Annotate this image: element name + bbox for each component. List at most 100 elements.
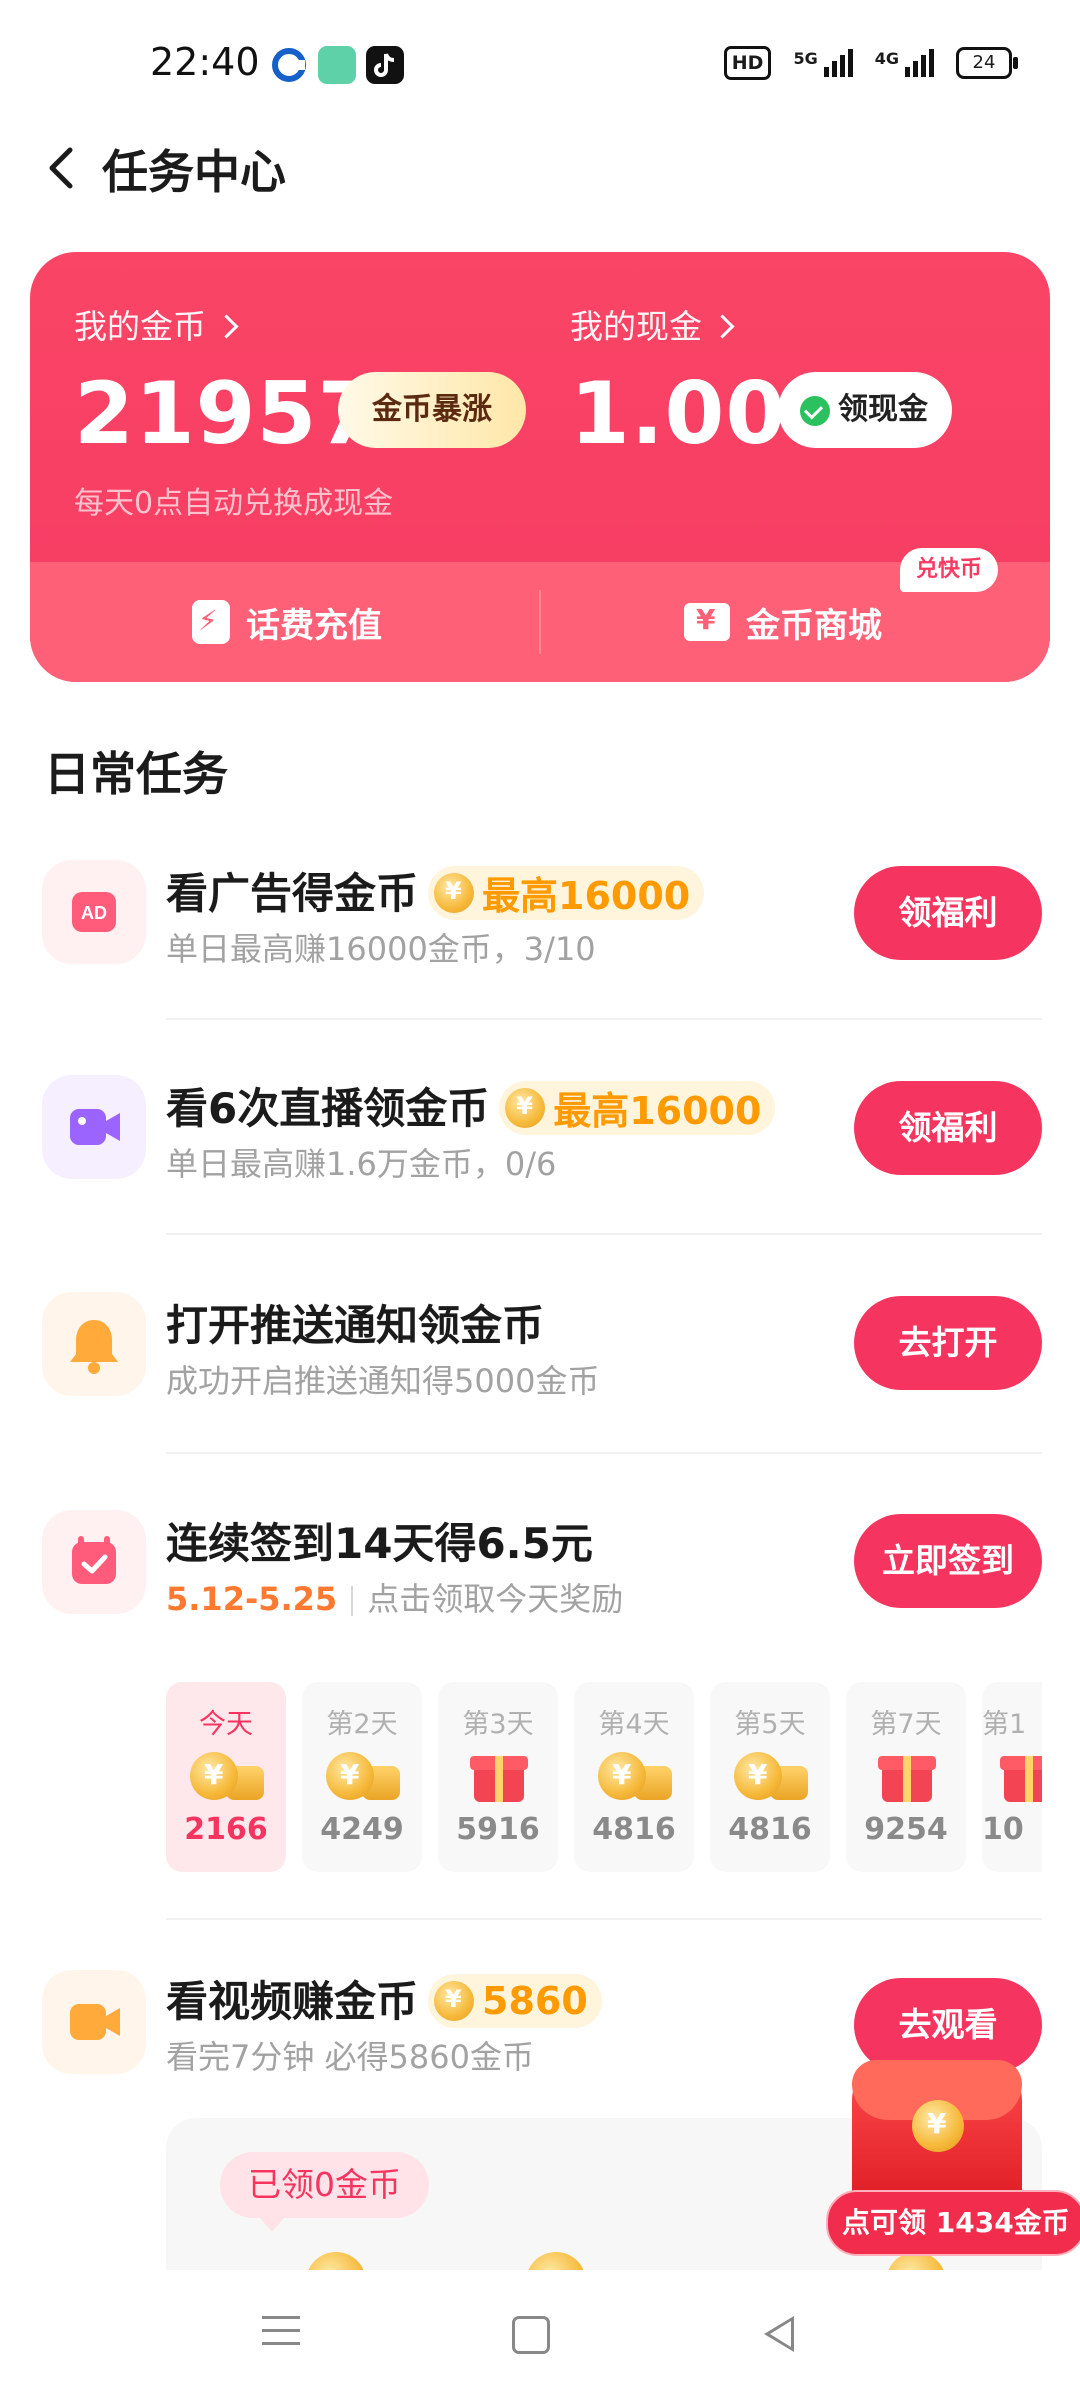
chevron-left-icon <box>49 147 73 189</box>
floating-red-envelope[interactable]: 点可领 1434金币 <box>826 2040 1080 2270</box>
hd-icon: HD <box>723 46 772 80</box>
day-reward: 5916 <box>456 1812 540 1847</box>
signal-5g-icon: 5G <box>793 49 853 77</box>
coin-surge-label: 金币暴涨 <box>372 392 492 427</box>
checkin-day[interactable]: 第2天 4249 <box>302 1682 422 1872</box>
checkin-now-button[interactable]: 立即签到 <box>854 1514 1042 1608</box>
exchange-hint: 每天0点自动兑换成现金 <box>74 486 394 521</box>
gift-box-icon <box>870 1748 942 1802</box>
network-label-4g: 4G <box>874 49 899 68</box>
home-icon[interactable] <box>512 2316 550 2354</box>
day-label: 第4天 <box>598 1709 670 1740</box>
task-title: 看6次直播领金币 最高16000 <box>166 1075 776 1139</box>
coin-icon <box>434 1980 475 2021</box>
back-triangle-icon[interactable] <box>764 2316 794 2352</box>
coin-mall-label: 金币商城 <box>746 605 882 646</box>
system-nav-bar <box>0 2270 1080 2400</box>
coin-mall-button[interactable]: 金币商城 <box>684 562 882 682</box>
divider <box>351 1586 354 1616</box>
chevron-right-icon <box>710 314 735 339</box>
open-push-button[interactable]: 去打开 <box>854 1296 1042 1390</box>
coin-stack-icon <box>598 1748 672 1802</box>
task-title-text: 看视频赚金币 <box>166 1977 419 2026</box>
task-title: 打开推送通知领金币 <box>166 1301 545 1350</box>
claim-coins-label: 点可领 1434金币 <box>826 2190 1080 2256</box>
task-desc: 单日最高赚1.6万金币，0/6 <box>166 1145 557 1183</box>
withdraw-cash-label: 领现金 <box>838 392 928 427</box>
phone-recharge-label: 话费充值 <box>246 605 382 646</box>
divider <box>539 590 541 654</box>
collected-coins-bubble: 已领0金币 <box>220 2152 429 2232</box>
task-title: 看视频赚金币 5860 <box>166 1968 602 2032</box>
my-cash-label: 我的现金 <box>570 307 702 346</box>
network-label-5g: 5G <box>793 49 818 68</box>
max-reward-text: 最高16000 <box>553 1089 762 1133</box>
task-desc: 单日最高赚16000金币，3/10 <box>166 930 596 968</box>
task-title: 看广告得金币 最高16000 <box>166 860 705 924</box>
reward-tag: 5860 <box>428 1973 602 2028</box>
day-reward: 9254 <box>864 1812 948 1847</box>
lightning-icon <box>192 600 230 644</box>
wechat-check-icon <box>800 396 830 426</box>
divider <box>166 1918 1042 1920</box>
status-indicators: HD 5G 4G 24 <box>723 46 1018 80</box>
day-reward: 4249 <box>320 1812 404 1847</box>
max-reward-text: 最高16000 <box>482 874 691 918</box>
checkin-day[interactable]: 第7天 9254 <box>846 1682 966 1872</box>
header: 任务中心 <box>0 120 1080 220</box>
recent-apps-icon[interactable] <box>262 2316 302 2356</box>
checkin-day[interactable]: 第5天 4816 <box>710 1682 830 1872</box>
battery-icon: 24 <box>956 47 1018 79</box>
chevron-right-icon <box>214 314 239 339</box>
gift-box-icon <box>992 1748 1042 1802</box>
claim-benefit-button[interactable]: 领福利 <box>854 1081 1042 1175</box>
day-reward: 2166 <box>184 1812 268 1847</box>
page-title: 任务中心 <box>102 145 286 199</box>
svg-text:AD: AD <box>81 903 107 923</box>
checkin-date-range: 5.12-5.25 <box>166 1580 338 1618</box>
day-label: 第2天 <box>326 1709 398 1740</box>
sparkle-icon <box>495 381 555 441</box>
checkin-days-strip[interactable]: 今天 2166 第2天 4249 第3天 5916 第4天 4816 第5天 4… <box>166 1682 1042 1872</box>
claim-benefit-button[interactable]: 领福利 <box>854 866 1042 960</box>
gift-box-icon <box>462 1748 534 1802</box>
wallet-card: 我的金币 21957 金币暴涨 我的现金 1.00 领现金 每天0点自动兑换成现… <box>30 252 1050 682</box>
checkin-day[interactable]: 第4天 4816 <box>574 1682 694 1872</box>
my-coins-link[interactable]: 我的金币 <box>74 300 239 348</box>
withdraw-cash-button[interactable]: 领现金 <box>778 372 952 448</box>
bell-icon <box>42 1292 146 1396</box>
task-desc: 成功开启推送通知得5000金币 <box>166 1362 600 1400</box>
status-bar: 22:40 HD 5G 4G 24 <box>0 0 1080 110</box>
day-label: 第7天 <box>870 1709 942 1740</box>
coupon-icon <box>684 603 730 641</box>
divider <box>166 1452 1042 1454</box>
checkin-day[interactable]: 今天 2166 <box>166 1682 286 1872</box>
status-time: 22:40 <box>150 40 260 84</box>
checkin-day[interactable]: 第3天 5916 <box>438 1682 558 1872</box>
coin-icon <box>434 872 475 913</box>
reward-text: 5860 <box>482 1978 588 2023</box>
wallet-actions: 话费充值 金币商城 <box>30 562 1050 682</box>
back-button[interactable] <box>34 138 94 198</box>
coin-stack-icon <box>190 1748 264 1802</box>
coin-stack-icon <box>326 1748 400 1802</box>
coin-surge-badge[interactable]: 金币暴涨 <box>338 372 555 448</box>
coin-icon <box>912 2100 964 2152</box>
task-desc: 看完7分钟 必得5860金币 <box>166 2038 534 2076</box>
exchange-kuaibi-badge: 兑快币 <box>899 548 998 592</box>
app-notification-icon-1 <box>270 46 308 84</box>
day-reward: 10 <box>982 1812 1024 1847</box>
ad-icon: AD <box>42 860 146 964</box>
my-cash-link[interactable]: 我的现金 <box>570 300 735 348</box>
day-reward: 4816 <box>728 1812 812 1847</box>
checkin-day[interactable]: 第1 10 <box>982 1682 1042 1872</box>
phone-recharge-button[interactable]: 话费充值 <box>192 562 382 682</box>
max-reward-tag: 最高16000 <box>428 865 705 920</box>
task-title-text: 看6次直播领金币 <box>166 1084 490 1133</box>
calendar-icon <box>42 1510 146 1614</box>
task-title-text: 看广告得金币 <box>166 869 419 918</box>
coin-icon <box>505 1087 546 1128</box>
day-label: 第1 <box>982 1709 1027 1740</box>
divider <box>166 1018 1042 1020</box>
app-notification-icon-2 <box>318 46 356 84</box>
